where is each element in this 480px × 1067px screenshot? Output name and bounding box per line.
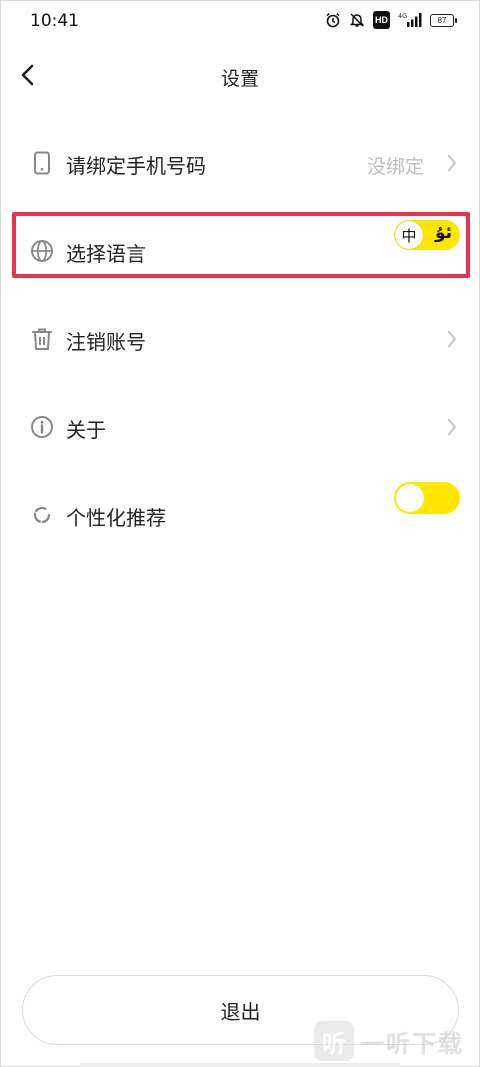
language-switch[interactable]: 中 ئۇ xyxy=(394,220,460,250)
row-label-personalized: 个性化推荐 xyxy=(66,508,166,530)
info-icon xyxy=(30,415,54,439)
row-label-delete-account: 注销账号 xyxy=(66,332,146,354)
battery-icon: 87 xyxy=(430,13,457,27)
row-label-about: 关于 xyxy=(66,420,106,442)
row-label-bind-phone: 请绑定手机号码 xyxy=(66,156,206,178)
signal-icon: 4G xyxy=(398,11,422,29)
bell-off-icon xyxy=(349,11,365,29)
row-value-bind-phone: 没绑定 xyxy=(366,157,424,178)
battery-level: 87 xyxy=(437,15,447,25)
page-title: 设置 xyxy=(220,69,259,90)
status-bar: 10:41 HD 4G 87 xyxy=(0,0,480,42)
watermark-text: 一听下载 xyxy=(360,1030,464,1058)
toggle-knob xyxy=(396,484,424,512)
globe-icon xyxy=(30,239,54,263)
refresh-icon xyxy=(30,503,54,527)
settings-row-about[interactable]: 关于 xyxy=(0,397,480,457)
row-label-language: 选择语言 xyxy=(66,244,146,266)
settings-row-delete-account[interactable]: 注销账号 xyxy=(0,309,480,369)
hd-icon: HD xyxy=(373,11,390,29)
chevron-right-icon xyxy=(444,417,460,437)
network-label: 4G xyxy=(398,12,407,20)
language-alternate: ئۇ xyxy=(434,223,452,242)
settings-row-bind-phone[interactable]: 请绑定手机号码 没绑定 xyxy=(0,133,480,193)
language-selected: 中 xyxy=(395,221,423,249)
status-time: 10:41 xyxy=(30,11,79,31)
watermark-logo: 听 xyxy=(314,1021,354,1061)
chevron-right-icon xyxy=(444,329,460,349)
phone-icon xyxy=(30,151,54,175)
personalized-toggle[interactable] xyxy=(394,482,460,514)
status-icons: HD 4G 87 xyxy=(325,10,457,30)
trash-icon xyxy=(30,327,54,351)
header: 设置 xyxy=(0,52,480,98)
alarm-icon xyxy=(325,11,341,29)
home-indicator xyxy=(80,1063,400,1067)
chevron-right-icon xyxy=(444,153,460,173)
watermark: 听 一听下载 xyxy=(314,1019,476,1063)
